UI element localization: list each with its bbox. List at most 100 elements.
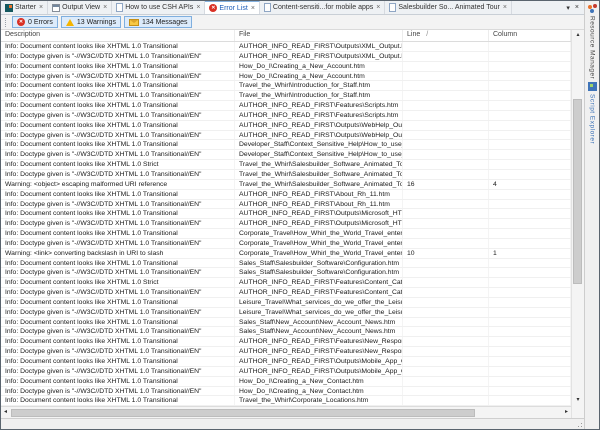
table-row[interactable]: Info: Document content looks like XHTML … bbox=[1, 140, 571, 150]
table-row[interactable]: Info: Document content looks like XHTML … bbox=[1, 160, 571, 170]
cell-line bbox=[403, 62, 489, 71]
table-row[interactable]: Info: Doctype given is "-//W3C//DTD XHTM… bbox=[1, 72, 571, 82]
tab-close-icon[interactable]: × bbox=[376, 4, 380, 11]
cell-line bbox=[403, 91, 489, 100]
cell-file: How_Do_I\Creating_a_New_Account.htm bbox=[235, 62, 403, 71]
table-row[interactable]: Info: Doctype given is "-//W3C//DTD XHTM… bbox=[1, 52, 571, 62]
tab-close-icon[interactable]: × bbox=[39, 4, 43, 11]
horizontal-scroll-track[interactable] bbox=[10, 408, 562, 418]
right-panel-strip: Resource Manager Script Explorer bbox=[584, 1, 599, 429]
cell-line bbox=[403, 268, 489, 277]
tab-salesbuilder-so-animated-tour[interactable]: Salesbuilder So... Animated Tour × bbox=[385, 1, 512, 14]
table-row[interactable]: Info: Doctype given is "-//W3C//DTD XHTM… bbox=[1, 268, 571, 278]
table-row[interactable]: Info: Document content looks like XHTML … bbox=[1, 229, 571, 239]
table-row[interactable]: Info: Doctype given is "-//W3C//DTD XHTM… bbox=[1, 219, 571, 229]
cell-column bbox=[489, 308, 571, 317]
tab-close-icon[interactable]: × bbox=[196, 4, 200, 11]
horizontal-scroll-thumb[interactable] bbox=[11, 409, 475, 417]
table-row[interactable]: Warning: <object> escaping malformed URI… bbox=[1, 180, 571, 190]
table-row[interactable]: Info: Document content looks like XHTML … bbox=[1, 62, 571, 72]
scroll-down-icon[interactable]: ▾ bbox=[576, 395, 579, 406]
column-header-description[interactable]: Description bbox=[1, 30, 235, 41]
cell-file: Sales_Staff\Salesbuilder_Software\Config… bbox=[235, 259, 403, 268]
panel-tab-script-explorer[interactable]: Script Explorer bbox=[589, 94, 596, 144]
cell-file: How_Do_I\Creating_a_New_Contact.htm bbox=[235, 377, 403, 386]
cell-line bbox=[403, 259, 489, 268]
table-row[interactable]: Info: Document content looks like XHTML … bbox=[1, 298, 571, 308]
table-row[interactable]: Info: Doctype given is "-//W3C//DTD XHTM… bbox=[1, 327, 571, 337]
errors-filter-button[interactable]: 0 Errors bbox=[12, 16, 58, 28]
cell-description: Warning: <link> converting backslash in … bbox=[1, 249, 235, 258]
cell-column bbox=[489, 72, 571, 81]
cell-column bbox=[489, 91, 571, 100]
table-row[interactable]: Info: Document content looks like XHTML … bbox=[1, 259, 571, 269]
column-header-file[interactable]: File bbox=[235, 30, 403, 41]
table-row[interactable]: Info: Document content looks like XHTML … bbox=[1, 101, 571, 111]
tab-close-icon[interactable]: × bbox=[103, 4, 107, 11]
vertical-scroll-thumb[interactable] bbox=[573, 99, 582, 284]
app-window: Starter × Output View × How to use CSH A… bbox=[0, 0, 600, 430]
cell-description: Info: Doctype given is "-//W3C//DTD XHTM… bbox=[1, 72, 235, 81]
table-row[interactable]: Info: Doctype given is "-//W3C//DTD XHTM… bbox=[1, 131, 571, 141]
resize-grip[interactable] bbox=[581, 426, 583, 428]
vertical-scroll-track[interactable] bbox=[572, 41, 584, 395]
cell-column bbox=[489, 81, 571, 90]
column-header-column[interactable]: Column bbox=[489, 30, 571, 41]
cell-description: Info: Doctype given is "-//W3C//DTD XHTM… bbox=[1, 52, 235, 61]
table-row[interactable]: Info: Document content looks like XHTML … bbox=[1, 396, 571, 406]
table-row[interactable]: Info: Document content looks like XHTML … bbox=[1, 81, 571, 91]
table-row[interactable]: Info: Doctype given is "-//W3C//DTD XHTM… bbox=[1, 91, 571, 101]
messages-filter-button[interactable]: 134 Messages bbox=[124, 16, 193, 28]
column-header-line[interactable]: Line / bbox=[403, 30, 489, 41]
table-row[interactable]: Info: Doctype given is "-//W3C//DTD XHTM… bbox=[1, 387, 571, 397]
table-row[interactable]: Info: Document content looks like XHTML … bbox=[1, 357, 571, 367]
tab-how-to-use-csh-apis[interactable]: How to use CSH APIs × bbox=[112, 1, 205, 14]
starter-icon bbox=[5, 4, 13, 12]
table-row[interactable]: Info: Document content looks like XHTML … bbox=[1, 42, 571, 52]
horizontal-scrollbar[interactable]: ◂ ▸ bbox=[1, 406, 571, 418]
scroll-left-icon[interactable]: ◂ bbox=[1, 407, 10, 418]
scroll-right-icon[interactable]: ▸ bbox=[562, 407, 571, 418]
vertical-scrollbar[interactable]: ▴ ▾ bbox=[571, 30, 584, 418]
cell-line bbox=[403, 387, 489, 396]
table-row[interactable]: Info: Doctype given is "-//W3C//DTD XHTM… bbox=[1, 111, 571, 121]
table-row[interactable]: Info: Document content looks like XHTML … bbox=[1, 190, 571, 200]
warnings-filter-button[interactable]: 13 Warnings bbox=[61, 16, 121, 28]
tab-content-sensiti-for-mobile-apps[interactable]: Content-sensiti...for mobile apps × bbox=[260, 1, 385, 14]
table-row[interactable]: Info: Document content looks like XHTML … bbox=[1, 337, 571, 347]
cell-line bbox=[403, 160, 489, 169]
table-row[interactable]: Info: Doctype given is "-//W3C//DTD XHTM… bbox=[1, 200, 571, 210]
tab-close-icon[interactable]: × bbox=[251, 5, 255, 12]
table-row[interactable]: Info: Doctype given is "-//W3C//DTD XHTM… bbox=[1, 347, 571, 357]
scroll-up-icon[interactable]: ▴ bbox=[576, 30, 579, 41]
tab-close-icon[interactable]: × bbox=[503, 4, 507, 11]
table-row[interactable]: Info: Document content looks like XHTML … bbox=[1, 318, 571, 328]
tab-starter[interactable]: Starter × bbox=[1, 1, 48, 14]
table-row[interactable]: Info: Doctype given is "-//W3C//DTD XHTM… bbox=[1, 288, 571, 298]
panel-tab-resource-manager[interactable]: Resource Manager bbox=[589, 16, 596, 79]
cell-description: Info: Document content looks like XHTML … bbox=[1, 42, 235, 51]
table-row[interactable]: Info: Doctype given is "-//W3C//DTD XHTM… bbox=[1, 170, 571, 180]
table-row[interactable]: Info: Document content looks like XHTML … bbox=[1, 278, 571, 288]
table-row[interactable]: Info: Document content looks like XHTML … bbox=[1, 377, 571, 387]
cell-description: Warning: <object> escaping malformed URI… bbox=[1, 180, 235, 189]
table-row[interactable]: Info: Doctype given is "-//W3C//DTD XHTM… bbox=[1, 308, 571, 318]
cell-file: AUTHOR_INFO_READ_FIRST\Features\New_Resp… bbox=[235, 347, 403, 356]
table-row[interactable]: Info: Doctype given is "-//W3C//DTD XHTM… bbox=[1, 367, 571, 377]
errorlist-main: Description File Line / Column Info: Doc… bbox=[1, 30, 584, 418]
table-row[interactable]: Info: Document content looks like XHTML … bbox=[1, 121, 571, 131]
cell-file: AUTHOR_INFO_READ_FIRST\Outputs\Microsoft… bbox=[235, 209, 403, 218]
cell-file: Developer_Staff\Context_Sensitive_Help\H… bbox=[235, 150, 403, 159]
tab-output-view[interactable]: Output View × bbox=[48, 1, 112, 14]
table-row[interactable]: Warning: <link> converting backslash in … bbox=[1, 249, 571, 259]
table-row[interactable]: Info: Doctype given is "-//W3C//DTD XHTM… bbox=[1, 150, 571, 160]
cell-line bbox=[403, 357, 489, 366]
cell-file: AUTHOR_INFO_READ_FIRST\Outputs\XML_Outpu… bbox=[235, 52, 403, 61]
table-row[interactable]: Info: Doctype given is "-//W3C//DTD XHTM… bbox=[1, 239, 571, 249]
tabbar-close-icon[interactable]: × bbox=[575, 4, 579, 11]
cell-description: Info: Document content looks like XHTML … bbox=[1, 229, 235, 238]
tab-error-list[interactable]: Error List × bbox=[205, 1, 260, 14]
tab-overflow-icon[interactable]: ▾ bbox=[566, 4, 570, 12]
table-row[interactable]: Info: Document content looks like XHTML … bbox=[1, 209, 571, 219]
cell-description: Info: Doctype given is "-//W3C//DTD XHTM… bbox=[1, 367, 235, 376]
